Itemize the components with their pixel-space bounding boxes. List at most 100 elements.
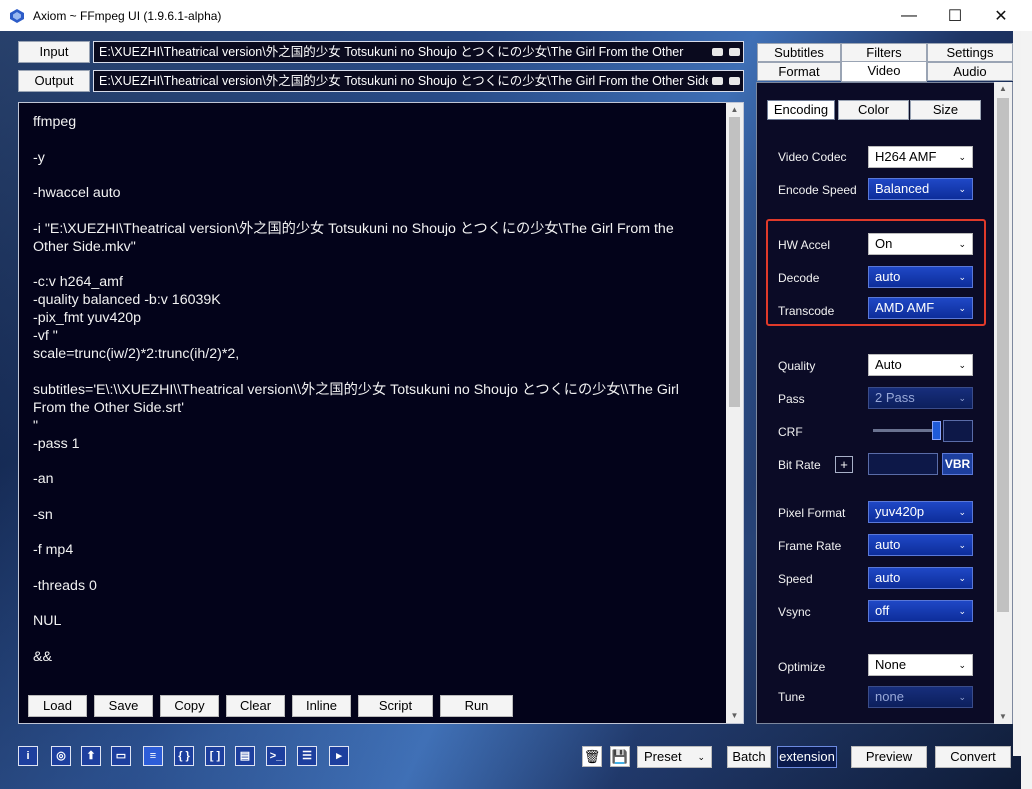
scroll-down-arrow-icon[interactable]: ▼ (994, 710, 1012, 724)
clear-icon[interactable] (712, 77, 723, 85)
command-text: ffmpeg -y -hwaccel auto -i "E:\XUEZHI\Theat… (33, 113, 713, 666)
folder-icon[interactable] (729, 48, 740, 56)
vbr-toggle[interactable]: VBR (942, 453, 973, 475)
command-line: scale=trunc(iw/2)*2:trunc(ih/2)*2, (33, 346, 240, 362)
line-spacer (33, 167, 713, 185)
command-line: -quality balanced -b:v 16039K (33, 292, 221, 308)
clear-icon[interactable] (712, 48, 723, 56)
trash-icon[interactable]: 🗑 (582, 746, 602, 767)
bitrate-plus-button[interactable]: + (835, 456, 853, 473)
video-codec-select[interactable]: H264 AMF ⌄ (868, 146, 973, 168)
braces-icon[interactable]: { } (174, 746, 194, 766)
scroll-thumb[interactable] (997, 98, 1009, 612)
command-scrollbar[interactable]: ▲ ▼ (726, 103, 743, 723)
line-spacer (33, 630, 713, 648)
chevron-down-icon: ⌄ (958, 152, 966, 162)
chevron-down-icon: ⌄ (958, 692, 966, 702)
decode-select[interactable]: auto ⌄ (868, 266, 973, 288)
globe-icon[interactable]: ◎ (51, 746, 71, 766)
output-path-text: E:\XUEZHI\Theatrical version\外之国的少女 Tots… (99, 74, 712, 88)
info-icon[interactable]: i (18, 746, 38, 766)
decode-label: Decode (778, 271, 820, 285)
play-icon[interactable]: ▸ (329, 746, 349, 766)
copy-button[interactable]: Copy (160, 695, 219, 717)
script-button[interactable]: Script (358, 695, 433, 717)
tune-value: none (875, 689, 904, 704)
bullet-list-icon[interactable]: ☰ (297, 746, 317, 766)
crf-slider-track[interactable] (873, 429, 939, 432)
preset-select[interactable]: Preset ⌄ (637, 746, 712, 768)
command-line: -c:v h264_amf (33, 274, 123, 290)
command-line: -vf " (33, 328, 58, 344)
transcode-select[interactable]: AMD AMF ⌄ (868, 297, 973, 319)
encode-speed-value: Balanced (875, 181, 930, 196)
batch-button[interactable]: Batch (727, 746, 771, 768)
vsync-value: off (875, 603, 890, 618)
tune-select[interactable]: none ⌄ (868, 686, 973, 708)
tab-video[interactable]: Video (841, 61, 927, 82)
input-path-field[interactable]: E:\XUEZHI\Theatrical version\外之国的少女 Tots… (93, 41, 744, 63)
output-path-field[interactable]: E:\XUEZHI\Theatrical version\外之国的少女 Tots… (93, 70, 744, 92)
close-button[interactable]: ✕ (978, 0, 1024, 31)
brackets-icon[interactable]: [ ] (205, 746, 225, 766)
load-button[interactable]: Load (28, 695, 87, 717)
speed-label: Speed (778, 572, 813, 586)
hw-accel-label: HW Accel (778, 238, 831, 252)
folder-icon[interactable] (729, 77, 740, 85)
pixel-format-label: Pixel Format (778, 506, 846, 520)
crf-value-field[interactable] (943, 420, 973, 442)
line-spacer (33, 595, 713, 613)
optimize-select[interactable]: None ⌄ (868, 654, 973, 676)
frame-rate-select[interactable]: auto ⌄ (868, 534, 973, 556)
output-button[interactable]: Output (18, 70, 90, 92)
terminal-icon[interactable]: >_ (266, 746, 286, 766)
chevron-down-icon: ⌄ (958, 360, 966, 370)
encode-speed-select[interactable]: Balanced ⌄ (868, 178, 973, 200)
pass-select[interactable]: 2 Pass ⌄ (868, 387, 973, 409)
extension-field[interactable]: extension (777, 746, 837, 768)
decode-value: auto (875, 269, 901, 284)
tab-audio[interactable]: Audio (927, 62, 1013, 81)
quality-select[interactable]: Auto ⌄ (868, 354, 973, 376)
document-icon[interactable]: ▤ (235, 746, 255, 766)
speed-select[interactable]: auto ⌄ (868, 567, 973, 589)
save-preset-icon[interactable]: 💾 (610, 746, 630, 767)
inline-button[interactable]: Inline (292, 695, 351, 717)
subtab-color[interactable]: Color (838, 100, 909, 120)
bitrate-field[interactable] (868, 453, 938, 475)
pass-value: 2 Pass (875, 390, 915, 405)
upload-icon[interactable]: ⬆ (81, 746, 101, 766)
run-button[interactable]: Run (440, 695, 513, 717)
tab-settings[interactable]: Settings (927, 43, 1013, 62)
command-line: && (33, 648, 52, 665)
scroll-thumb[interactable] (729, 117, 740, 407)
crf-slider-thumb[interactable] (931, 421, 941, 440)
list-icon[interactable]: ≡ (143, 746, 163, 766)
panel-scrollbar[interactable]: ▲ ▼ (994, 82, 1012, 724)
tab-filters[interactable]: Filters (841, 43, 927, 62)
line-spacer (33, 488, 713, 506)
hw-accel-select[interactable]: On ⌄ (868, 233, 973, 255)
scroll-up-arrow-icon[interactable]: ▲ (994, 82, 1012, 96)
frame-rate-label: Frame Rate (778, 539, 842, 553)
vsync-select[interactable]: off ⌄ (868, 600, 973, 622)
window-icon[interactable]: ▭ (111, 746, 131, 766)
command-preview[interactable]: ffmpeg -y -hwaccel auto -i "E:\XUEZHI\Theat… (18, 102, 744, 724)
scroll-up-arrow-icon[interactable]: ▲ (726, 103, 743, 117)
convert-button[interactable]: Convert (935, 746, 1011, 768)
maximize-button[interactable]: ☐ (932, 0, 978, 31)
preview-button[interactable]: Preview (851, 746, 927, 768)
pixel-format-select[interactable]: yuv420p ⌄ (868, 501, 973, 523)
scroll-down-arrow-icon[interactable]: ▼ (726, 709, 743, 723)
clear-button[interactable]: Clear (226, 695, 285, 717)
subtab-size[interactable]: Size (910, 100, 981, 120)
tab-subtitles[interactable]: Subtitles (757, 43, 841, 62)
command-line: -hwaccel auto (33, 185, 121, 201)
save-button[interactable]: Save (94, 695, 153, 717)
input-button[interactable]: Input (18, 41, 90, 63)
command-line: -f mp4 (33, 542, 74, 558)
command-line: -an (33, 471, 54, 487)
subtab-encoding[interactable]: Encoding (767, 100, 835, 120)
tab-format[interactable]: Format (757, 62, 841, 81)
minimize-button[interactable]: — (886, 0, 932, 31)
